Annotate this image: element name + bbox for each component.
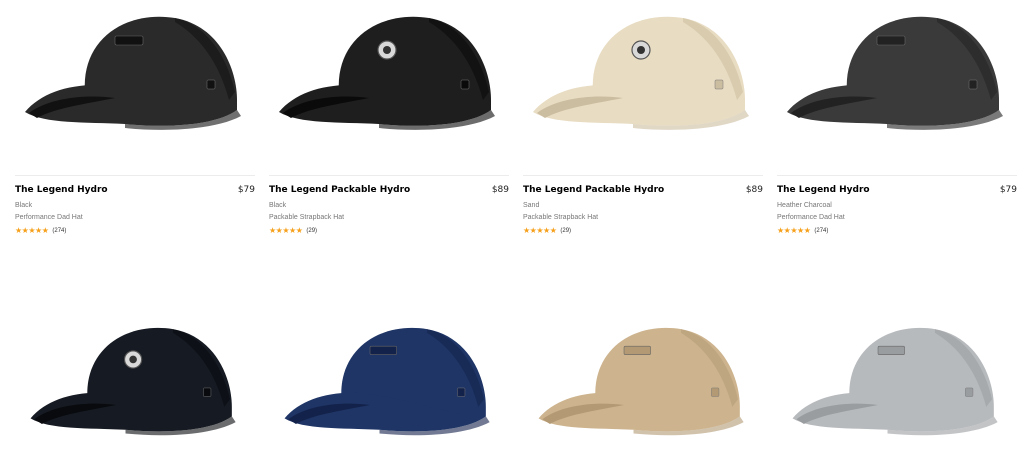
product-type: Packable Strapback Hat	[523, 214, 599, 221]
product-card[interactable]: The Legend Hydro $79 Black Performance D…	[15, 0, 255, 235]
star-icon: ★★★★★	[777, 226, 811, 235]
product-image[interactable]	[15, 312, 255, 462]
cap-image	[792, 327, 998, 436]
product-grid: The Legend Hydro $79 Black Performance D…	[0, 0, 1024, 470]
review-count: (29)	[306, 227, 318, 234]
cap-image	[538, 327, 744, 436]
product-card[interactable]	[523, 312, 763, 462]
product-price: $89	[745, 185, 763, 195]
cap-image	[30, 327, 236, 436]
product-price: $89	[491, 185, 509, 195]
product-price: $79	[237, 185, 255, 195]
product-card[interactable]	[269, 312, 509, 462]
product-image[interactable]	[777, 312, 1017, 462]
product-color: Black	[269, 202, 287, 209]
cap-image	[279, 16, 495, 130]
product-card[interactable]	[777, 312, 1017, 462]
review-count: (274)	[52, 227, 67, 234]
product-image[interactable]	[269, 312, 509, 462]
product-type: Performance Dad Hat	[15, 214, 83, 221]
review-count: (274)	[814, 227, 829, 234]
product-price: $79	[999, 185, 1017, 195]
product-title[interactable]: The Legend Packable Hydro	[523, 185, 664, 195]
review-count: (29)	[560, 227, 572, 234]
product-type: Performance Dad Hat	[777, 214, 845, 221]
product-image[interactable]	[777, 0, 1017, 158]
product-card[interactable]	[15, 312, 255, 462]
product-card[interactable]: The Legend Hydro $79 Heather Charcoal Pe…	[777, 0, 1017, 235]
cap-image	[25, 16, 241, 130]
product-image[interactable]	[15, 0, 255, 158]
product-image[interactable]	[269, 0, 509, 158]
product-rating[interactable]: ★★★★★ (274)	[15, 226, 255, 235]
product-type: Packable Strapback Hat	[269, 214, 345, 221]
product-title[interactable]: The Legend Packable Hydro	[269, 185, 410, 195]
product-card[interactable]: The Legend Packable Hydro $89 Sand Packa…	[523, 0, 763, 235]
star-icon: ★★★★★	[523, 226, 557, 235]
cap-image	[284, 327, 490, 436]
cap-image	[787, 16, 1003, 130]
product-rating[interactable]: ★★★★★ (274)	[777, 226, 1017, 235]
product-card[interactable]: The Legend Packable Hydro $89 Black Pack…	[269, 0, 509, 235]
star-icon: ★★★★★	[15, 226, 49, 235]
product-color: Heather Charcoal	[777, 202, 832, 209]
product-title[interactable]: The Legend Hydro	[15, 185, 108, 195]
cap-image	[533, 16, 749, 130]
product-image[interactable]	[523, 312, 763, 462]
product-rating[interactable]: ★★★★★ (29)	[269, 226, 509, 235]
product-image[interactable]	[523, 0, 763, 158]
star-icon: ★★★★★	[269, 226, 303, 235]
product-color: Sand	[523, 202, 540, 209]
product-rating[interactable]: ★★★★★ (29)	[523, 226, 763, 235]
product-title[interactable]: The Legend Hydro	[777, 185, 870, 195]
product-color: Black	[15, 202, 33, 209]
